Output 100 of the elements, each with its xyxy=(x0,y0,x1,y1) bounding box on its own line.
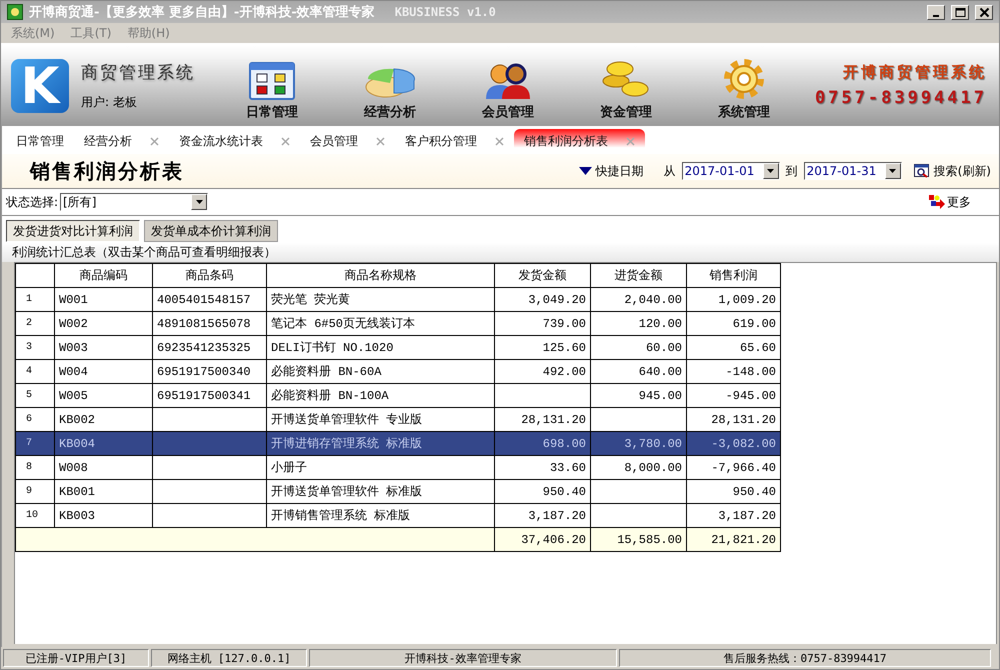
table-cell: -3,082.00 xyxy=(686,432,780,456)
close-icon[interactable] xyxy=(281,137,290,146)
date-to-field[interactable]: 2017-01-31 xyxy=(804,162,902,180)
table-cell: W008 xyxy=(54,456,152,480)
tab[interactable]: 会员管理 xyxy=(300,129,395,154)
status-panel: 开博科技-效率管理专家 xyxy=(309,649,617,667)
row-number: 2 xyxy=(16,312,54,336)
minimize-button[interactable] xyxy=(927,4,945,20)
close-icon[interactable] xyxy=(376,137,385,146)
table-cell: 950.40 xyxy=(494,480,590,504)
table-cell: W002 xyxy=(54,312,152,336)
tab[interactable]: 客户积分管理 xyxy=(395,129,514,154)
column-header[interactable]: 商品名称规格 xyxy=(266,264,494,288)
gear-icon xyxy=(722,56,766,100)
search-icon xyxy=(914,164,930,178)
table-cell: 4891081565078 xyxy=(152,312,266,336)
hotline-number: 0757-83994417 xyxy=(814,88,987,108)
table-cell: 6951917500341 xyxy=(152,384,266,408)
date-from-field[interactable]: 2017-01-01 xyxy=(682,162,780,180)
search-button[interactable]: 搜索(刷新) xyxy=(914,162,991,180)
table-cell: -945.00 xyxy=(686,384,780,408)
table-cell: 33.60 xyxy=(494,456,590,480)
close-icon[interactable] xyxy=(150,137,159,146)
table-cell: 739.00 xyxy=(494,312,590,336)
maximize-icon xyxy=(954,6,966,18)
table-cell: 笔记本 6#50页无线装订本 xyxy=(266,312,494,336)
table-cell: W004 xyxy=(54,360,152,384)
close-icon[interactable] xyxy=(626,137,635,146)
table-cell: 开博送货单管理软件 标准版 xyxy=(266,480,494,504)
table-cell: 荧光笔 荧光黄 xyxy=(266,288,494,312)
module-button[interactable]: 会员管理 xyxy=(449,50,567,120)
table-cell: 3,780.00 xyxy=(590,432,686,456)
arrow-icon xyxy=(929,195,945,209)
column-header[interactable]: 商品编码 xyxy=(54,264,152,288)
table-cell: 6923541235325 xyxy=(152,336,266,360)
total-cell: 21,821.20 xyxy=(686,528,780,552)
table-cell: 65.60 xyxy=(686,336,780,360)
row-number: 1 xyxy=(16,288,54,312)
user-label: 用户: 老板 xyxy=(81,94,138,110)
table-cell: 492.00 xyxy=(494,360,590,384)
mode-tab[interactable]: 发货单成本价计算利润 xyxy=(144,220,278,242)
row-number: 4 xyxy=(16,360,54,384)
table-cell: 3,049.20 xyxy=(494,288,590,312)
module-button[interactable]: 系统管理 xyxy=(685,50,803,120)
table-cell: 必能资料册 BN-60A xyxy=(266,360,494,384)
version-label: KBUSINESS v1.0 xyxy=(394,5,496,19)
table-cell: W005 xyxy=(54,384,152,408)
table-cell: 640.00 xyxy=(590,360,686,384)
table-caption: 利润统计汇总表（双击某个商品可查看明细报表） xyxy=(2,242,999,262)
table-cell: 698.00 xyxy=(494,432,590,456)
table-cell: 1,009.20 xyxy=(686,288,780,312)
table-cell: 小册子 xyxy=(266,456,494,480)
table-cell: 950.40 xyxy=(686,480,780,504)
status-filter-dropdown[interactable]: [所有] xyxy=(60,193,208,211)
tab[interactable]: 经营分析 xyxy=(74,129,169,154)
row-number: 9 xyxy=(16,480,54,504)
table-cell: 4005401548157 xyxy=(152,288,266,312)
table-cell: W003 xyxy=(54,336,152,360)
quick-date-button[interactable]: 快捷日期 xyxy=(578,162,644,180)
status-panel: 售后服务热线：0757-83994417 xyxy=(619,649,991,667)
column-header[interactable]: 发货金额 xyxy=(494,264,590,288)
column-header[interactable]: 销售利润 xyxy=(686,264,780,288)
module-button[interactable]: 经营分析 xyxy=(331,50,449,120)
dropdown-arrow-icon xyxy=(889,169,896,173)
mode-tab[interactable]: 发货进货对比计算利润 xyxy=(6,220,140,242)
tab[interactable]: 日常管理 xyxy=(6,129,74,154)
table-cell: -7,966.40 xyxy=(686,456,780,480)
app-logo: K xyxy=(11,58,69,112)
table-cell: KB004 xyxy=(54,432,152,456)
row-number: 8 xyxy=(16,456,54,480)
column-header[interactable]: 商品条码 xyxy=(152,264,266,288)
table-cell: KB001 xyxy=(54,480,152,504)
triangle-down-icon xyxy=(578,167,592,175)
more-button[interactable]: 更多 xyxy=(929,194,971,210)
total-cell: 15,585.00 xyxy=(590,528,686,552)
close-icon[interactable] xyxy=(495,137,504,146)
dropdown-arrow-icon xyxy=(196,200,203,204)
table-cell: 619.00 xyxy=(686,312,780,336)
table-cell: 开博进销存管理系统 标准版 xyxy=(266,432,494,456)
table-cell: 60.00 xyxy=(590,336,686,360)
table-cell: 必能资料册 BN-100A xyxy=(266,384,494,408)
window-title: 开博商贸通-【更多效率 更多自由】-开博科技-效率管理专家 xyxy=(29,4,375,21)
table-cell: 8,000.00 xyxy=(590,456,686,480)
row-number: 7 xyxy=(16,432,54,456)
to-label: 到 xyxy=(786,162,798,180)
module-button[interactable]: 资金管理 xyxy=(567,50,685,120)
row-number: 5 xyxy=(16,384,54,408)
app-name: 商贸管理系统 xyxy=(81,62,196,84)
table-cell: DELI订书钉 NO.1020 xyxy=(266,336,494,360)
tab[interactable]: 资金流水统计表 xyxy=(169,129,300,154)
status-filter-label: 状态选择: xyxy=(6,194,58,210)
maximize-button[interactable] xyxy=(951,4,969,20)
app-icon xyxy=(7,4,23,20)
module-button[interactable]: 日常管理 xyxy=(213,50,331,120)
close-button[interactable] xyxy=(975,4,993,20)
people-icon xyxy=(484,60,532,100)
minimize-icon xyxy=(932,14,940,16)
table-cell: W001 xyxy=(54,288,152,312)
table-cell: 125.60 xyxy=(494,336,590,360)
column-header[interactable]: 进货金额 xyxy=(590,264,686,288)
